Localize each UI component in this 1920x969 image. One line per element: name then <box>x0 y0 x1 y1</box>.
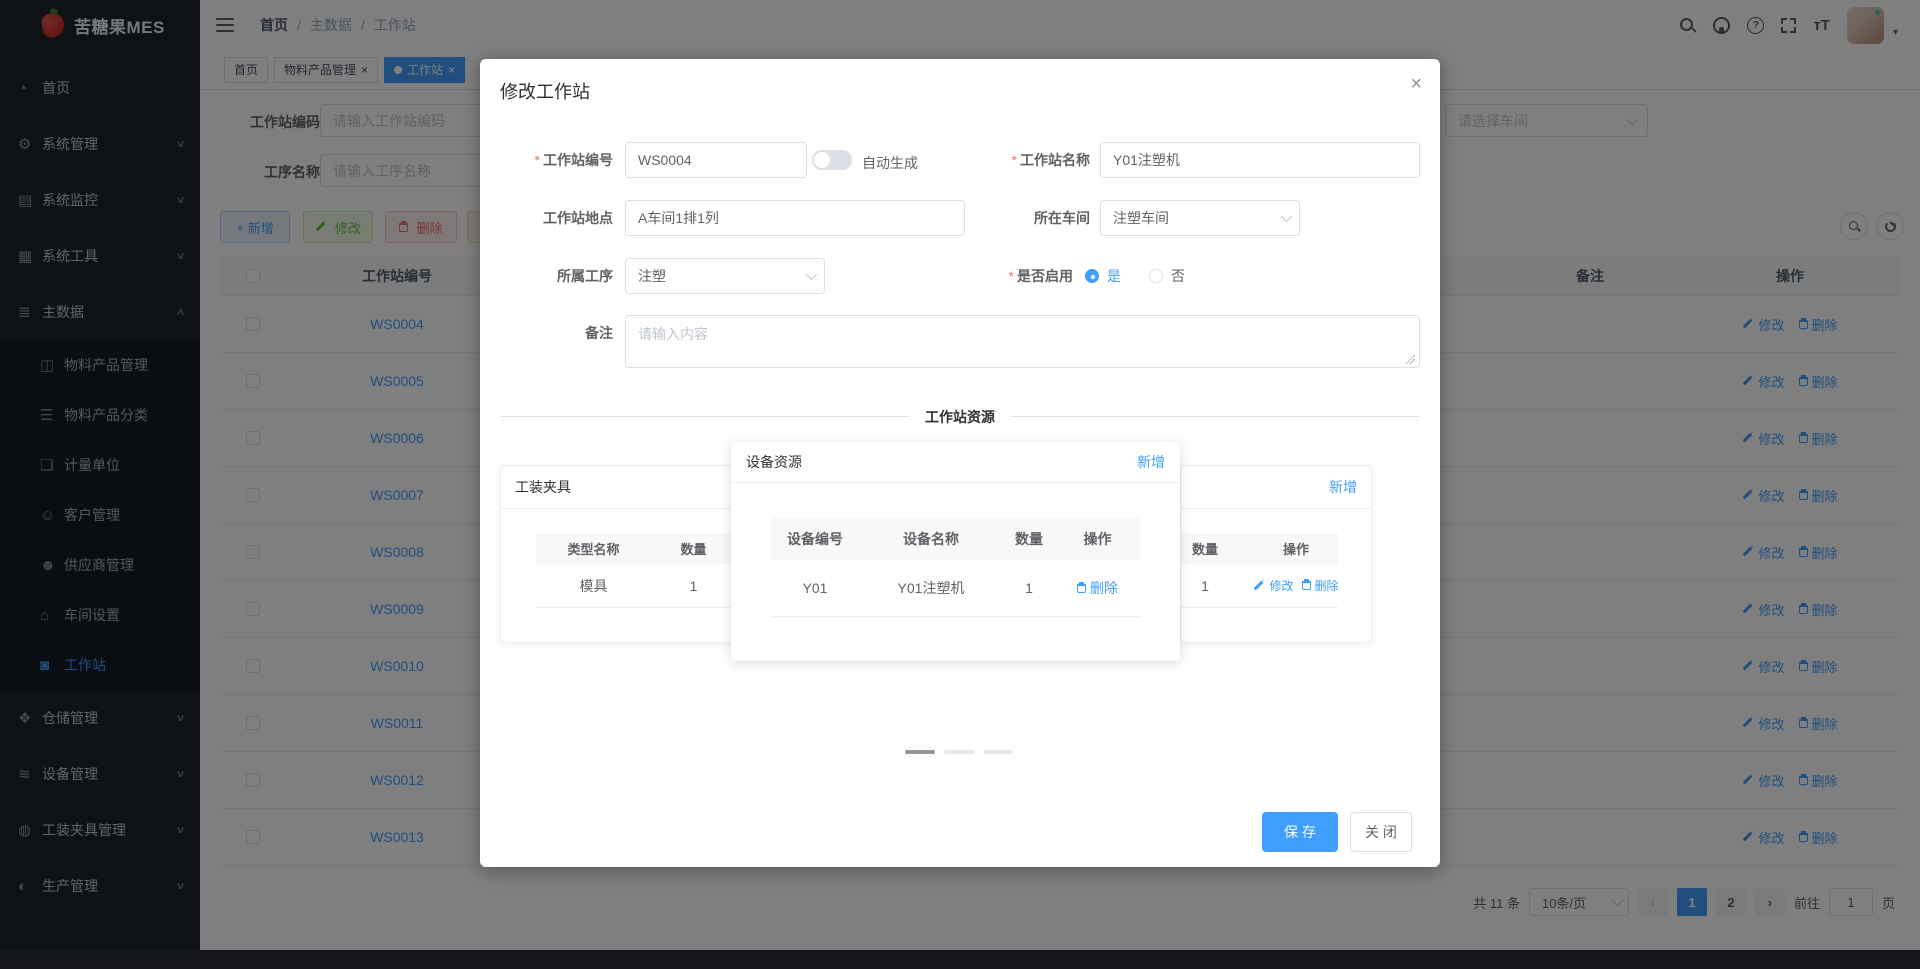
fixture-resource-card: 工装夹具 类型名称 数量 模具 1 <box>500 465 745 643</box>
device-resource-card: 设备资源 新增 设备编号 设备名称 数量 操作 Y01 Y01注塑机 1 删除 <box>731 442 1180 661</box>
radio-yes[interactable]: 是 <box>1085 266 1121 286</box>
radio-dot-icon <box>1085 269 1099 283</box>
app-root: 苦糖果MES ◔ 首页 ⚙ 系统管理 ∨ ▤ 系统监控 ∨ ▦ 系统工具 ∨ <box>0 0 1920 969</box>
chevron-down-icon <box>805 268 818 281</box>
third-card-row: 1 修改 删除 <box>1181 564 1339 608</box>
station-location-label: 工作站地点 <box>543 210 613 226</box>
pencil-icon <box>1254 580 1264 590</box>
device-card-add-link[interactable]: 新增 <box>1137 452 1165 472</box>
third-row-delete-link[interactable]: 删除 <box>1301 577 1339 594</box>
chevron-down-icon <box>1280 210 1293 223</box>
remark-label: 备注 <box>585 325 613 341</box>
fixture-row: 模具 1 <box>536 564 744 608</box>
radio-dot-icon <box>1149 269 1163 283</box>
third-row-edit-link[interactable]: 修改 <box>1253 577 1294 594</box>
device-card-title: 设备资源 <box>746 454 802 470</box>
trash-icon <box>1301 579 1311 590</box>
enabled-label: * 是否启用 <box>1008 268 1073 284</box>
close-icon[interactable]: × <box>1410 73 1422 96</box>
workshop-label: 所在车间 <box>1034 210 1090 226</box>
station-name-label: * 工作站名称 <box>1011 152 1090 168</box>
auto-generate-switch[interactable] <box>812 150 852 170</box>
device-row-delete-link[interactable]: 删除 <box>1077 578 1118 598</box>
third-resource-card: 新增 数量 操作 1 修改 删除 <box>1180 465 1372 643</box>
trash-icon <box>1077 581 1086 593</box>
edit-workstation-dialog: 修改工作站 × *工作站编号 自动生成 *工作站名称 工作站地点 所在车间 注塑… <box>480 59 1440 867</box>
fixture-card-title: 工装夹具 <box>515 479 571 495</box>
remark-textarea[interactable] <box>625 315 1420 368</box>
section-title: 工作站资源 <box>909 407 1011 427</box>
third-card-add-link[interactable]: 新增 <box>1329 477 1357 497</box>
process-select[interactable]: 注塑 <box>625 258 825 294</box>
carousel-indicator[interactable] <box>905 750 935 754</box>
carousel-indicator[interactable] <box>983 750 1013 754</box>
workshop-select[interactable]: 注塑车间 <box>1100 200 1300 236</box>
device-row: Y01 Y01注塑机 1 删除 <box>771 560 1140 617</box>
station-name-input[interactable] <box>1100 142 1420 178</box>
carousel-indicators <box>905 750 1013 754</box>
dialog-title: 修改工作站 <box>500 82 590 102</box>
dialog-close-button[interactable]: 关 闭 <box>1350 812 1412 852</box>
radio-no[interactable]: 否 <box>1149 266 1185 286</box>
auto-generate-label: 自动生成 <box>862 155 918 171</box>
enabled-radio-group: 是 否 <box>1085 258 1185 294</box>
process-label: 所属工序 <box>557 268 613 284</box>
save-button[interactable]: 保 存 <box>1262 812 1338 852</box>
station-code-input[interactable] <box>625 142 807 178</box>
station-location-input[interactable] <box>625 200 965 236</box>
station-code-label: * 工作站编号 <box>534 152 613 168</box>
carousel-indicator[interactable] <box>944 750 974 754</box>
